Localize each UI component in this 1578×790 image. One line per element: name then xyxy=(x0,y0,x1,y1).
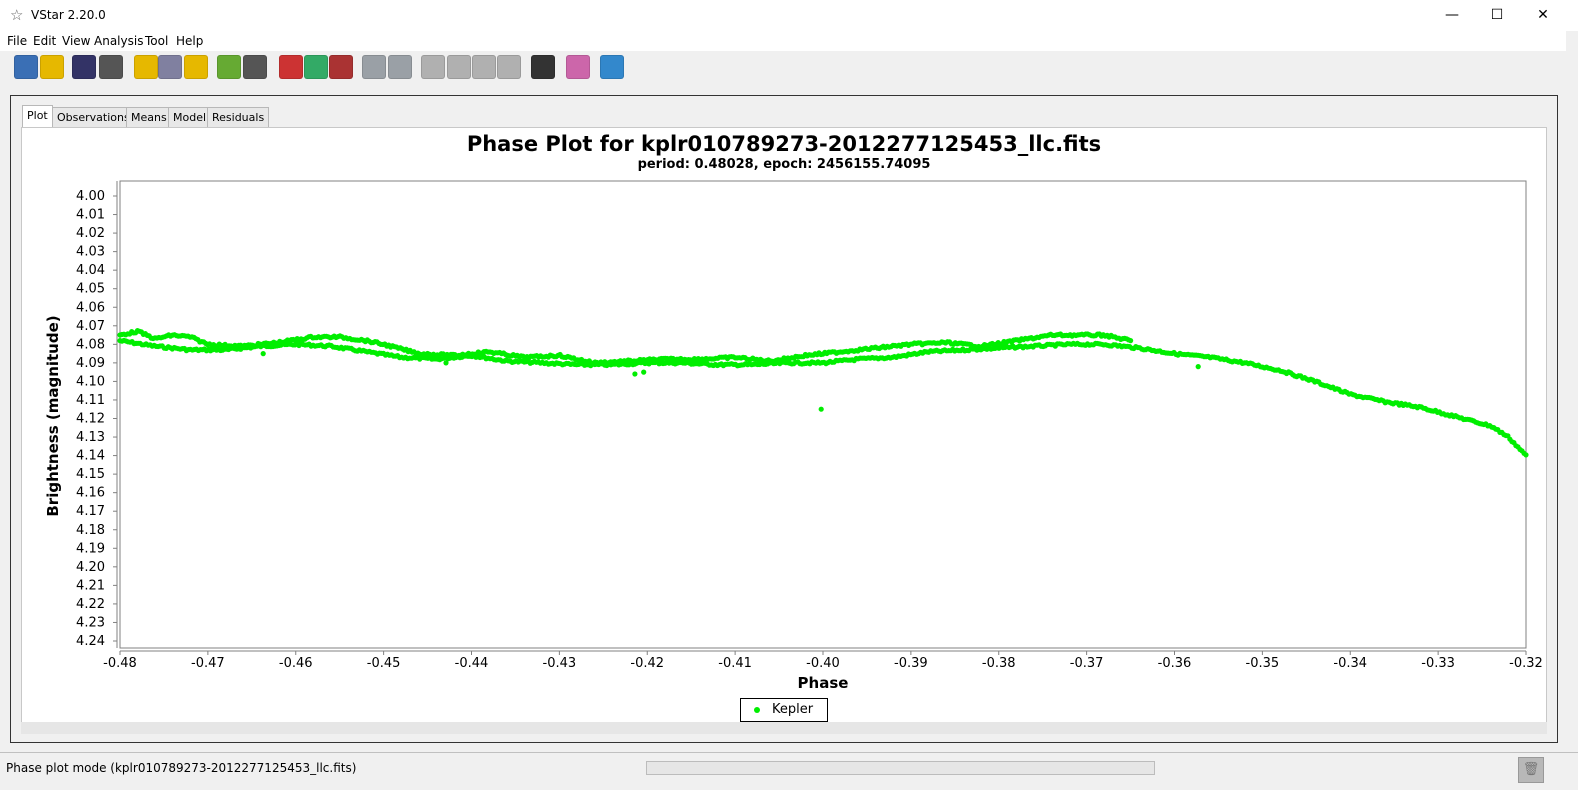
y-tick-label: 4.22 xyxy=(76,597,105,612)
data-point-outlier xyxy=(443,360,449,366)
x-tick-label: -0.39 xyxy=(894,656,928,671)
y-tick-label: 4.18 xyxy=(76,523,105,538)
y-tick-label: 4.15 xyxy=(76,467,105,482)
y-axis-label: Brightness (magnitude) xyxy=(44,315,62,516)
y-tick-label: 4.02 xyxy=(76,226,105,241)
y-tick-label: 4.11 xyxy=(76,393,105,408)
panel-footer xyxy=(21,722,1547,734)
y-tick-label: 4.09 xyxy=(76,356,105,371)
y-tick-label: 4.01 xyxy=(76,208,105,223)
y-tick-label: 4.06 xyxy=(76,300,105,315)
data-point-outlier xyxy=(818,406,824,412)
x-tick-label: -0.33 xyxy=(1421,656,1455,671)
y-tick-label: 4.08 xyxy=(76,337,105,352)
y-tick-label: 4.20 xyxy=(76,560,105,575)
status-bar: Phase plot mode (kplr010789273-201227712… xyxy=(0,752,1578,790)
x-tick-label: -0.34 xyxy=(1333,656,1367,671)
y-tick-label: 4.14 xyxy=(76,449,105,464)
x-tick-label: -0.36 xyxy=(1158,656,1192,671)
x-tick-label: -0.37 xyxy=(1070,656,1104,671)
x-axis-label: Phase xyxy=(798,674,849,692)
x-tick-label: -0.41 xyxy=(718,656,752,671)
x-tick-label: -0.43 xyxy=(543,656,577,671)
data-point-outlier xyxy=(260,351,266,357)
y-tick-label: 4.12 xyxy=(76,412,105,427)
y-tick-label: 4.24 xyxy=(76,634,105,649)
data-point-outlier xyxy=(632,371,638,377)
y-tick-label: 4.21 xyxy=(76,578,105,593)
plot-area xyxy=(119,180,1527,649)
y-tick-label: 4.13 xyxy=(76,430,105,445)
x-tick-label: -0.45 xyxy=(367,656,401,671)
y-tick-label: 4.07 xyxy=(76,319,105,334)
status-text: Phase plot mode (kplr010789273-201227712… xyxy=(6,761,357,775)
y-tick-label: 4.17 xyxy=(76,504,105,519)
x-tick-label: -0.35 xyxy=(1246,656,1280,671)
x-tick-label: -0.48 xyxy=(103,656,137,671)
legend-label-kepler: Kepler xyxy=(772,702,814,717)
data-point xyxy=(1523,452,1529,458)
legend-marker xyxy=(754,707,760,713)
trash-icon[interactable]: 🗑 xyxy=(1518,757,1544,783)
chart-legend: Kepler xyxy=(740,698,828,722)
progress-bar xyxy=(646,761,1155,775)
y-tick-label: 4.03 xyxy=(76,245,105,260)
x-tick-label: -0.38 xyxy=(982,656,1016,671)
x-tick-label: -0.47 xyxy=(191,656,225,671)
y-tick-label: 4.10 xyxy=(76,374,105,389)
data-point-outlier xyxy=(641,369,647,375)
x-tick-label: -0.40 xyxy=(806,656,840,671)
y-tick-label: 4.05 xyxy=(76,282,105,297)
x-tick-label: -0.42 xyxy=(630,656,664,671)
y-tick-label: 4.19 xyxy=(76,541,105,556)
y-tick-label: 4.16 xyxy=(76,486,105,501)
y-tick-label: 4.04 xyxy=(76,263,105,278)
y-tick-label: 4.00 xyxy=(76,189,105,204)
x-tick-label: -0.44 xyxy=(455,656,489,671)
data-point xyxy=(1128,338,1134,344)
data-point-outlier xyxy=(1195,364,1201,370)
y-tick-label: 4.23 xyxy=(76,615,105,630)
phase-plot[interactable]: 4.00 4.01 4.02 4.03 4.04 4.05 4.06 4.07 4.08 4.09… xyxy=(0,0,1566,700)
x-tick-label: -0.32 xyxy=(1509,656,1543,671)
x-tick-label: -0.46 xyxy=(279,656,313,671)
